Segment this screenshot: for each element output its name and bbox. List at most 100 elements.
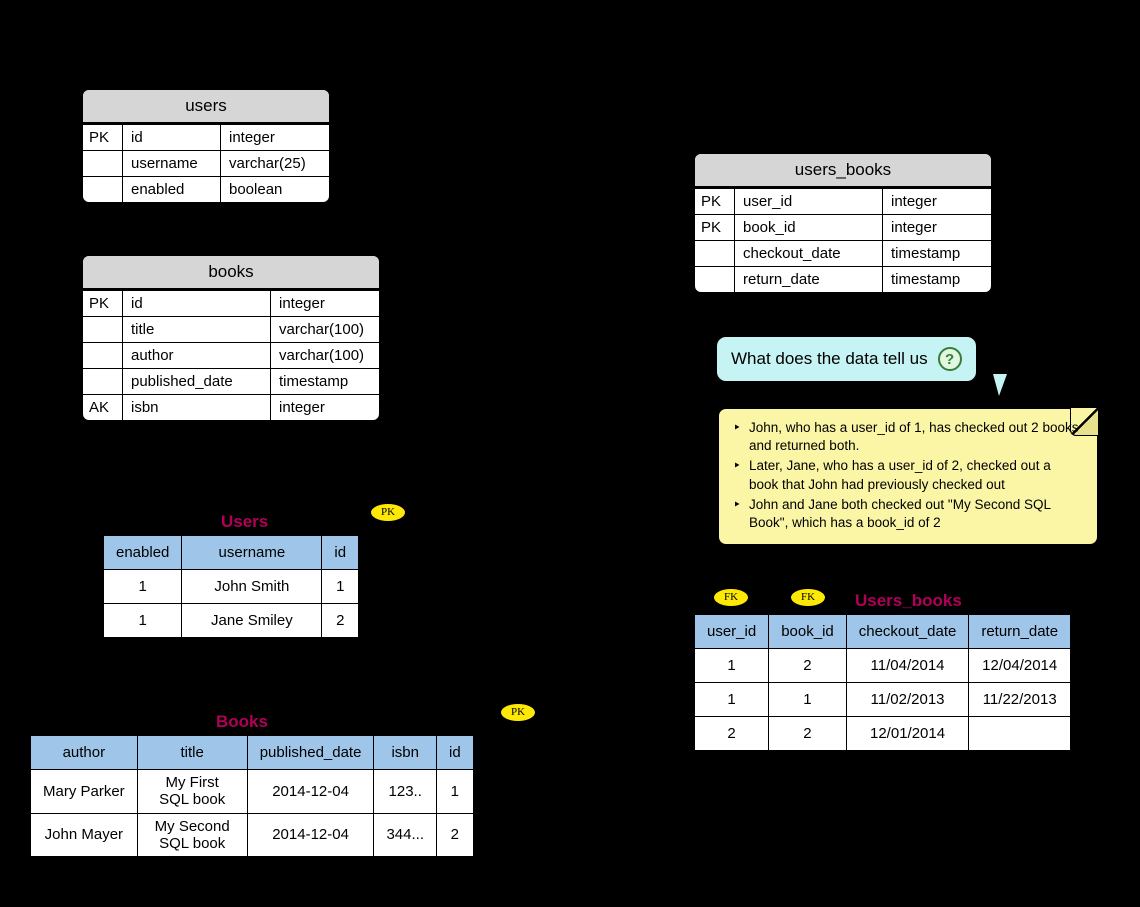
col-header: published_date xyxy=(247,736,374,770)
schema-table-books: books PKidinteger titlevarchar(100) auth… xyxy=(81,254,381,422)
schema-table-users-books: users_books PKuser_idinteger PKbook_idin… xyxy=(693,152,993,294)
note-item: Later, Jane, who has a user_id of 2, che… xyxy=(747,457,1083,493)
pk-badge: PK xyxy=(500,703,536,722)
cell: 1 xyxy=(695,649,769,683)
schema-title: users_books xyxy=(695,154,991,188)
cell: 2 xyxy=(769,717,847,751)
name-col: isbn xyxy=(123,395,271,420)
cell: John Smith xyxy=(182,570,322,604)
name-col: id xyxy=(123,125,221,150)
cell: My First SQL book xyxy=(137,770,247,814)
type-col: integer xyxy=(883,215,991,240)
key-col xyxy=(695,241,735,266)
key-col: PK xyxy=(83,291,123,316)
table-row: Mary Parker My First SQL book 2014-12-04… xyxy=(31,770,474,814)
data-table-books: author title published_date isbn id Mary… xyxy=(30,735,474,857)
name-col: return_date xyxy=(735,267,883,292)
cell: 1 xyxy=(104,604,182,638)
cell: 1 xyxy=(769,683,847,717)
name-col: user_id xyxy=(735,189,883,214)
name-col: checkout_date xyxy=(735,241,883,266)
table-caption-books: Books xyxy=(216,712,268,732)
type-col: varchar(25) xyxy=(221,151,329,176)
type-col: integer xyxy=(271,291,379,316)
type-col: varchar(100) xyxy=(271,343,379,368)
type-col: timestamp xyxy=(271,369,379,394)
schema-table-users: users PKidinteger usernamevarchar(25) en… xyxy=(81,88,331,204)
note-item: John, who has a user_id of 1, has checke… xyxy=(747,419,1083,455)
cell: 12/01/2014 xyxy=(846,717,969,751)
data-table-users-books: user_id book_id checkout_date return_dat… xyxy=(694,614,1071,751)
name-col: author xyxy=(123,343,271,368)
fk-badge: FK xyxy=(790,588,826,607)
question-icon: ? xyxy=(938,347,962,371)
col-header: isbn xyxy=(374,736,437,770)
type-col: timestamp xyxy=(883,241,991,266)
col-header: enabled xyxy=(104,536,182,570)
type-col: integer xyxy=(221,125,329,150)
cell: 11/02/2013 xyxy=(846,683,969,717)
name-col: published_date xyxy=(123,369,271,394)
cell: 2 xyxy=(322,604,359,638)
cell: John Mayer xyxy=(31,813,138,857)
key-col xyxy=(83,343,123,368)
cell: Jane Smiley xyxy=(182,604,322,638)
table-row: 2 2 12/01/2014 xyxy=(695,717,1071,751)
key-col xyxy=(83,177,123,202)
schema-title: users xyxy=(83,90,329,124)
key-col xyxy=(83,317,123,342)
cell: 1 xyxy=(104,570,182,604)
key-col xyxy=(695,267,735,292)
note-item: John and Jane both checked out "My Secon… xyxy=(747,496,1083,532)
cell: 11/04/2014 xyxy=(846,649,969,683)
table-caption-users: Users xyxy=(221,512,268,532)
table-row: 1 1 11/02/2013 11/22/2013 xyxy=(695,683,1071,717)
table-row: 1 John Smith 1 xyxy=(104,570,359,604)
cell: 1 xyxy=(436,770,473,814)
key-col xyxy=(83,369,123,394)
cell: 11/22/2013 xyxy=(969,683,1071,717)
cell: 123.. xyxy=(374,770,437,814)
col-header: id xyxy=(436,736,473,770)
name-col: enabled xyxy=(123,177,221,202)
cell: 2 xyxy=(695,717,769,751)
key-col: PK xyxy=(695,189,735,214)
cell: 2014-12-04 xyxy=(247,813,374,857)
name-col: username xyxy=(123,151,221,176)
callout-bubble: What does the data tell us ? xyxy=(716,336,977,382)
key-col: AK xyxy=(83,395,123,420)
table-caption-users-books: Users_books xyxy=(855,591,962,611)
table-row: John Mayer My Second SQL book 2014-12-04… xyxy=(31,813,474,857)
cell: 1 xyxy=(695,683,769,717)
cell: 2 xyxy=(769,649,847,683)
data-table-users: enabled username id 1 John Smith 1 1 Jan… xyxy=(103,535,359,638)
col-header: title xyxy=(137,736,247,770)
key-col: PK xyxy=(83,125,123,150)
type-col: varchar(100) xyxy=(271,317,379,342)
cell: 12/04/2014 xyxy=(969,649,1071,683)
col-header: checkout_date xyxy=(846,615,969,649)
sticky-note: John, who has a user_id of 1, has checke… xyxy=(718,408,1098,545)
cell xyxy=(969,717,1071,751)
key-col xyxy=(83,151,123,176)
col-header: return_date xyxy=(969,615,1071,649)
callout-text: What does the data tell us xyxy=(731,349,928,369)
table-row: 1 Jane Smiley 2 xyxy=(104,604,359,638)
col-header: user_id xyxy=(695,615,769,649)
cell: My Second SQL book xyxy=(137,813,247,857)
pk-badge: PK xyxy=(370,503,406,522)
type-col: boolean xyxy=(221,177,329,202)
col-header: username xyxy=(182,536,322,570)
col-header: id xyxy=(322,536,359,570)
cell: 1 xyxy=(322,570,359,604)
col-header: author xyxy=(31,736,138,770)
fk-badge: FK xyxy=(713,588,749,607)
cell: Mary Parker xyxy=(31,770,138,814)
name-col: id xyxy=(123,291,271,316)
cell: 344... xyxy=(374,813,437,857)
name-col: book_id xyxy=(735,215,883,240)
cell: 2 xyxy=(436,813,473,857)
cell: 2014-12-04 xyxy=(247,770,374,814)
key-col: PK xyxy=(695,215,735,240)
table-row: 1 2 11/04/2014 12/04/2014 xyxy=(695,649,1071,683)
